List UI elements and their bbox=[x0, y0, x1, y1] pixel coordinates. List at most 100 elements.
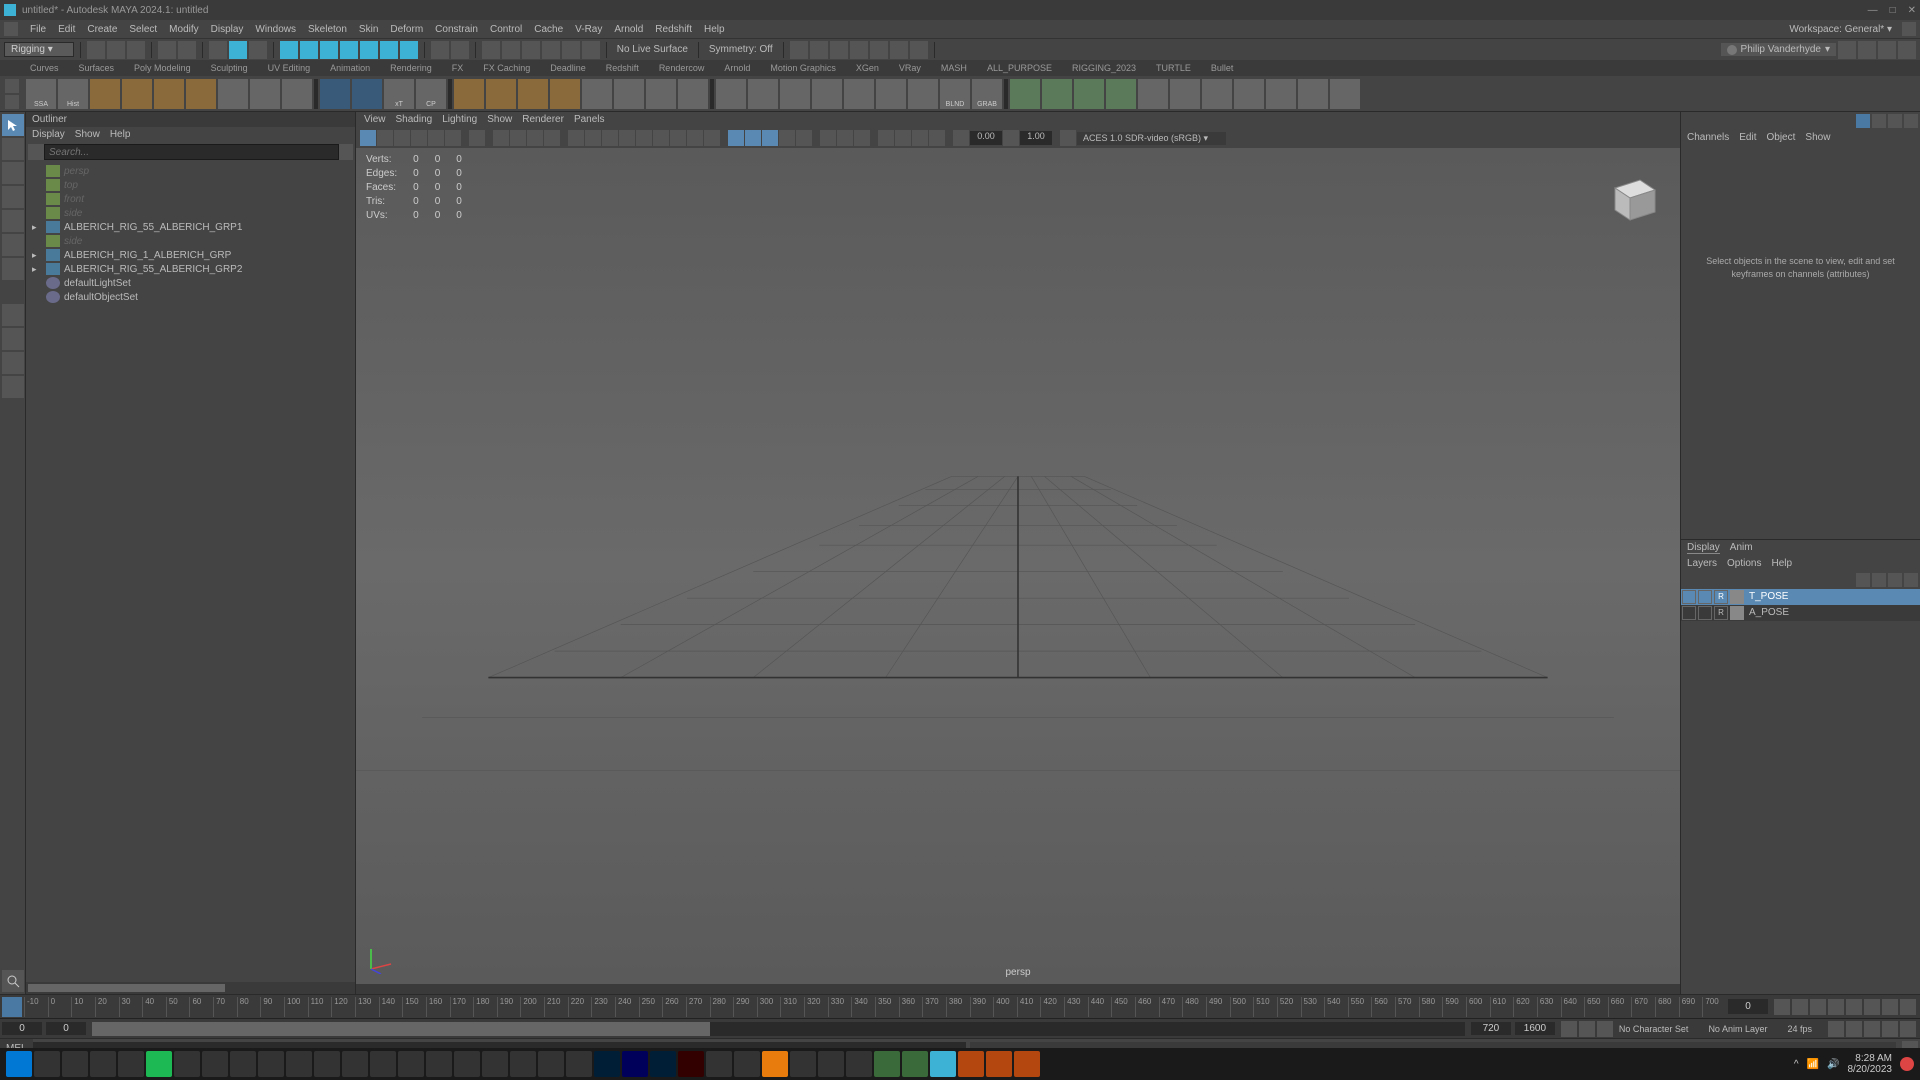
close-button[interactable]: ✕ bbox=[1908, 5, 1916, 16]
outliner-item-side[interactable]: side bbox=[28, 206, 353, 220]
cb-menu-channels[interactable]: Channels bbox=[1687, 132, 1729, 143]
outliner-menu-help[interactable]: Help bbox=[110, 129, 131, 140]
sidebar-toggle-3[interactable] bbox=[1878, 41, 1896, 59]
last-tool[interactable] bbox=[2, 258, 24, 280]
shelf-tab-xgen[interactable]: XGen bbox=[846, 62, 889, 74]
timeline-tool-icon[interactable] bbox=[2, 997, 22, 1017]
menu-windows[interactable]: Windows bbox=[249, 24, 302, 35]
shelf-btn-36[interactable] bbox=[1234, 79, 1264, 109]
scale-tool[interactable] bbox=[2, 234, 24, 256]
sidebar-toggle-4[interactable] bbox=[1898, 41, 1916, 59]
shelf-tab-animation[interactable]: Animation bbox=[320, 62, 380, 74]
vp-shading-smooth[interactable] bbox=[585, 130, 601, 146]
cb-icon-2[interactable] bbox=[1872, 114, 1886, 128]
shelf-btn-24[interactable] bbox=[844, 79, 874, 109]
play-back-button[interactable] bbox=[1828, 999, 1844, 1015]
shelf-tab-redshift[interactable]: Redshift bbox=[596, 62, 649, 74]
menu-edit[interactable]: Edit bbox=[52, 24, 81, 35]
vp-btn-x3[interactable] bbox=[929, 130, 945, 146]
search-tool[interactable] bbox=[2, 970, 24, 992]
taskbar-app-17[interactable] bbox=[566, 1051, 592, 1077]
taskbar-maya2[interactable] bbox=[902, 1051, 928, 1077]
layout-outliner[interactable] bbox=[2, 352, 24, 374]
layers-tab-anim[interactable]: Anim bbox=[1730, 542, 1753, 554]
layer-name[interactable]: T_POSE bbox=[1745, 591, 1788, 602]
shelf-btn-circle[interactable] bbox=[250, 79, 280, 109]
range-btn-loop[interactable] bbox=[1828, 1021, 1844, 1037]
vp-xray[interactable] bbox=[779, 130, 795, 146]
taskbar-app-8[interactable] bbox=[314, 1051, 340, 1077]
shelf-tab-curves[interactable]: Curves bbox=[20, 62, 69, 74]
cb-menu-object[interactable]: Object bbox=[1767, 132, 1796, 143]
outliner-menu-show[interactable]: Show bbox=[75, 129, 100, 140]
snap-curve-button[interactable] bbox=[502, 41, 520, 59]
render-btn-2[interactable] bbox=[810, 41, 828, 59]
snap-grid-button[interactable] bbox=[482, 41, 500, 59]
range-btn-prefs[interactable] bbox=[1864, 1021, 1880, 1037]
layer-btn-1[interactable] bbox=[1856, 573, 1870, 587]
taskbar-app-11[interactable] bbox=[398, 1051, 424, 1077]
vp-shading-ao[interactable] bbox=[670, 130, 686, 146]
save-scene-button[interactable] bbox=[127, 41, 145, 59]
vp-shading-wire[interactable] bbox=[568, 130, 584, 146]
taskbar-houdini3[interactable] bbox=[1014, 1051, 1040, 1077]
shelf-btn-25[interactable] bbox=[876, 79, 906, 109]
mask-btn-2[interactable] bbox=[300, 41, 318, 59]
vp-isolate-1[interactable] bbox=[728, 130, 744, 146]
render-pause-button[interactable] bbox=[910, 41, 928, 59]
layout-single[interactable] bbox=[2, 304, 24, 326]
shelf-btn-22[interactable] bbox=[780, 79, 810, 109]
shelf-tab-fx[interactable]: FX bbox=[442, 62, 474, 74]
menu-vray[interactable]: V-Ray bbox=[569, 24, 608, 35]
shelf-tab-uvediting[interactable]: UV Editing bbox=[258, 62, 321, 74]
taskbar-app-15[interactable] bbox=[510, 1051, 536, 1077]
outliner-item-front[interactable]: front bbox=[28, 192, 353, 206]
shelf-btn-23[interactable] bbox=[812, 79, 842, 109]
character-set-dropdown[interactable]: No Character Set bbox=[1615, 1023, 1703, 1035]
workspace-btn-1[interactable] bbox=[1902, 22, 1916, 36]
layer-name[interactable]: A_POSE bbox=[1745, 607, 1789, 618]
shelf-btn-grab[interactable]: GRAB bbox=[972, 79, 1002, 109]
anim-start-field[interactable]: 0 bbox=[2, 1022, 42, 1035]
menu-control[interactable]: Control bbox=[484, 24, 528, 35]
range-btn-1[interactable] bbox=[1561, 1021, 1577, 1037]
outliner-item-alberich3[interactable]: ▸ALBERICH_RIG_55_ALBERICH_GRP2 bbox=[28, 262, 353, 276]
select-tool[interactable] bbox=[2, 114, 24, 136]
taskbar-pt[interactable] bbox=[734, 1051, 760, 1077]
shelf-btn-cp[interactable]: CP bbox=[416, 79, 446, 109]
snap-plane-button[interactable] bbox=[542, 41, 560, 59]
cb-icon-1[interactable] bbox=[1856, 114, 1870, 128]
vp-grid-toggle[interactable] bbox=[469, 130, 485, 146]
layout-persp[interactable] bbox=[2, 376, 24, 398]
taskbar-app-12[interactable] bbox=[426, 1051, 452, 1077]
layer-color-swatch[interactable] bbox=[1730, 590, 1744, 604]
tray-wifi-icon[interactable]: 📶 bbox=[1807, 1059, 1819, 1070]
vp-colormgmt-icon[interactable] bbox=[1060, 130, 1076, 146]
mask-btn-6[interactable] bbox=[380, 41, 398, 59]
layer-p-toggle[interactable] bbox=[1698, 590, 1712, 604]
playback-end-field[interactable]: 720 bbox=[1471, 1022, 1511, 1035]
taskbar-houdini2[interactable] bbox=[986, 1051, 1012, 1077]
vp-shading-flat[interactable] bbox=[602, 130, 618, 146]
vp-btn-x1[interactable] bbox=[895, 130, 911, 146]
menu-select[interactable]: Select bbox=[123, 24, 163, 35]
layer-vis-toggle[interactable] bbox=[1682, 606, 1696, 620]
shelf-btn-29[interactable] bbox=[1010, 79, 1040, 109]
shelf-btn-xt[interactable]: xT bbox=[384, 79, 414, 109]
shelf-btn-blnd[interactable]: BLND bbox=[940, 79, 970, 109]
sidebar-toggle-1[interactable] bbox=[1838, 41, 1856, 59]
select-component-button[interactable] bbox=[249, 41, 267, 59]
layer-btn-3[interactable] bbox=[1888, 573, 1902, 587]
mask-btn-1[interactable] bbox=[280, 41, 298, 59]
taskbar-ae[interactable] bbox=[594, 1051, 620, 1077]
mask-btn-4[interactable] bbox=[340, 41, 358, 59]
snap-view-button[interactable] bbox=[562, 41, 580, 59]
system-clock[interactable]: 8:28 AM 8/20/2023 bbox=[1848, 1053, 1893, 1075]
vp-gamma-value[interactable]: 1.00 bbox=[1020, 131, 1052, 145]
taskbar-me[interactable] bbox=[622, 1051, 648, 1077]
viewport-hscrollbar[interactable] bbox=[356, 984, 1680, 994]
layer-r-toggle[interactable]: R bbox=[1714, 590, 1728, 604]
tray-volume-icon[interactable]: 🔊 bbox=[1827, 1059, 1839, 1070]
anim-end-field[interactable]: 1600 bbox=[1515, 1022, 1555, 1035]
start-button[interactable] bbox=[6, 1051, 32, 1077]
